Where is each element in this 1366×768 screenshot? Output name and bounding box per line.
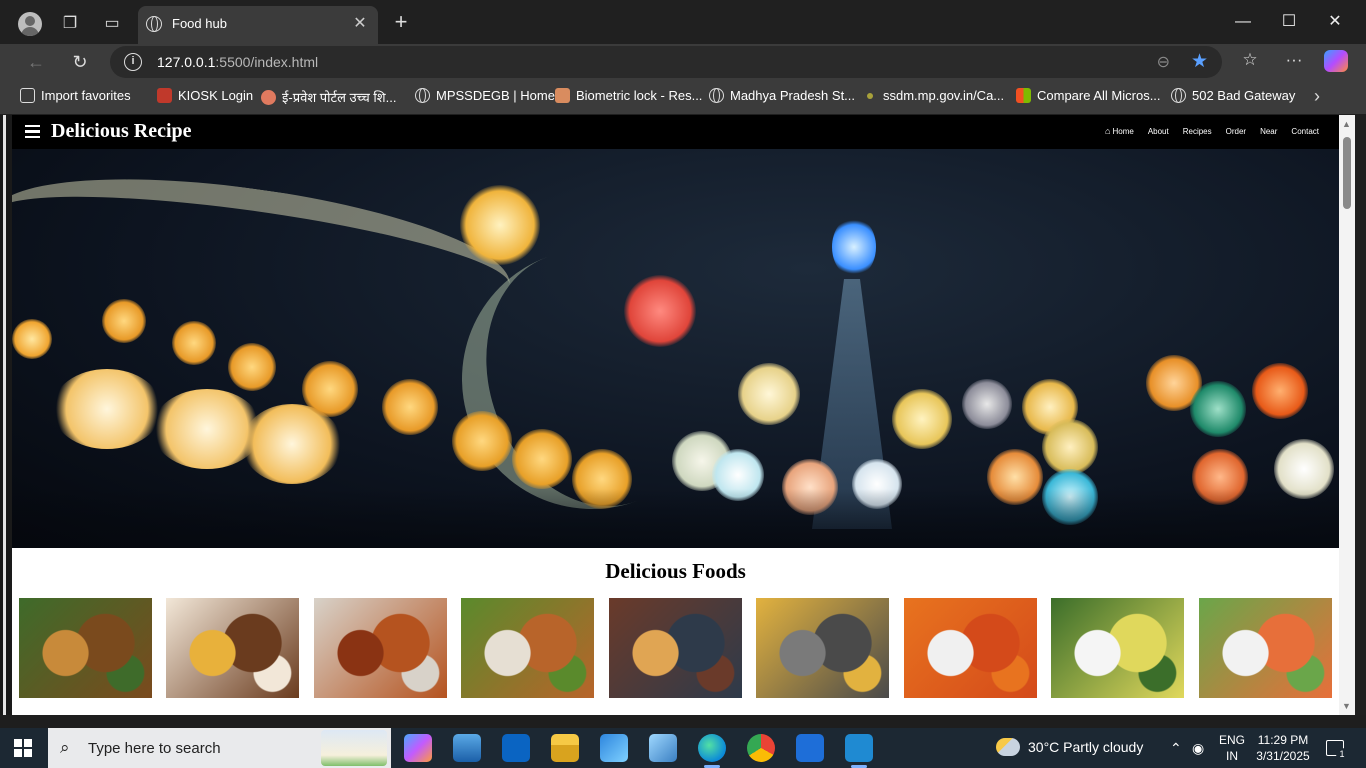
system-clock[interactable]: 11:29 PM 3/31/2025 xyxy=(1254,732,1312,764)
food-image-fries[interactable] xyxy=(756,598,889,698)
section-title: Delicious Foods xyxy=(605,559,746,583)
page-scrollbar[interactable]: ▲ ▼ xyxy=(1339,115,1355,715)
chrome-icon[interactable] xyxy=(747,734,775,762)
vscode-icon[interactable] xyxy=(845,734,873,768)
food-gallery xyxy=(19,598,1339,698)
microsoft-icon xyxy=(1016,88,1031,103)
nav-order[interactable]: Order xyxy=(1226,126,1246,136)
new-tab-icon[interactable]: + xyxy=(390,11,412,33)
kiosk-icon xyxy=(157,88,172,103)
globe-icon xyxy=(415,88,430,103)
import-icon xyxy=(20,88,35,103)
weather-widget[interactable]: 30°C Partly cloudy xyxy=(996,738,1143,756)
browser-tab-bar: ❐ ▭ Food hub ✕ + — ☐ ✕ xyxy=(0,0,1366,44)
close-window-icon[interactable]: ✕ xyxy=(1323,10,1347,34)
nav-contact[interactable]: Contact xyxy=(1291,126,1319,136)
back-arrow-icon[interactable]: ← xyxy=(24,50,48,74)
address-bar[interactable]: i 127.0.0.1:5500/index.html ⊖ ★ xyxy=(110,46,1222,78)
food-image-kebab[interactable] xyxy=(461,598,594,698)
site-nav: ⌂ Home About Recipes Order Near Contact xyxy=(1105,126,1319,136)
notification-count: 1 xyxy=(1336,748,1348,760)
info-icon[interactable]: i xyxy=(124,53,142,71)
reload-icon[interactable]: ↻ xyxy=(68,50,92,74)
scroll-up-arrow-icon[interactable]: ▲ xyxy=(1342,119,1351,129)
windows-taskbar: ⌕ Type here to search 30°C Partly cloudy… xyxy=(0,728,1366,768)
outlook-icon[interactable] xyxy=(502,734,530,762)
chevron-up-icon[interactable]: ⌃ xyxy=(1170,740,1182,757)
workspaces-icon[interactable]: ❐ xyxy=(59,12,81,34)
copilot-app-icon[interactable] xyxy=(404,734,432,762)
scroll-thumb[interactable] xyxy=(1343,137,1351,209)
search-highlight-image xyxy=(321,730,387,766)
copilot-icon[interactable] xyxy=(1324,50,1348,72)
window-edge xyxy=(0,115,12,715)
language-indicator[interactable]: ENG IN xyxy=(1219,732,1245,764)
nav-recipes[interactable]: Recipes xyxy=(1183,126,1212,136)
edge-icon[interactable] xyxy=(698,734,726,768)
emblem-icon xyxy=(261,89,276,105)
close-tab-icon[interactable]: ✕ xyxy=(350,14,370,34)
task-view-app-icon[interactable] xyxy=(453,734,481,762)
background-window-strip xyxy=(0,715,1366,728)
bookmark-compare-microsoft[interactable]: Compare All Micros... xyxy=(1016,88,1161,103)
search-placeholder: Type here to search xyxy=(88,740,221,757)
tab-title: Food hub xyxy=(172,16,227,31)
home-icon: ⌂ xyxy=(1105,126,1111,136)
maximize-icon[interactable]: ☐ xyxy=(1277,10,1301,34)
globe-icon xyxy=(146,16,162,32)
bookmark-ssdm[interactable]: ssdm.mp.gov.in/Ca... xyxy=(863,88,1004,103)
more-menu-icon[interactable]: ··· xyxy=(1282,50,1306,70)
network-icon[interactable]: ◉ xyxy=(1192,740,1204,757)
chevron-right-icon[interactable]: › xyxy=(1314,86,1320,107)
microsoft-store-icon[interactable] xyxy=(600,734,628,762)
profile-avatar-icon[interactable] xyxy=(18,12,42,36)
nav-about[interactable]: About xyxy=(1148,126,1169,136)
globe-icon xyxy=(709,88,724,103)
browser-toolbar: ← ↻ i 127.0.0.1:5500/index.html ⊖ ★ ☆ ··… xyxy=(0,44,1366,80)
food-image-burger-patties[interactable] xyxy=(166,598,299,698)
bookmark-biometric-lock[interactable]: Biometric lock - Res... xyxy=(555,88,702,103)
bookmark-502-bad-gateway[interactable]: 502 Bad Gateway xyxy=(1171,88,1295,103)
windows-start-icon[interactable] xyxy=(14,739,32,757)
partly-cloudy-icon xyxy=(996,738,1020,756)
bookmark-madhya-pradesh[interactable]: Madhya Pradesh St... xyxy=(709,88,855,103)
file-explorer-icon[interactable] xyxy=(551,734,579,762)
hamburger-menu-icon[interactable] xyxy=(25,125,40,138)
taskbar-search[interactable]: ⌕ Type here to search xyxy=(48,728,391,768)
bookmark-kiosk-login[interactable]: KIOSK Login xyxy=(157,88,253,103)
remote-app-icon[interactable] xyxy=(796,734,824,762)
search-icon: ⌕ xyxy=(60,738,70,757)
app-icon[interactable] xyxy=(649,734,677,762)
nav-home[interactable]: ⌂ Home xyxy=(1105,126,1134,136)
site-title: Delicious Recipe xyxy=(51,120,192,142)
bookmark-e-pravesh[interactable]: ई-प्रवेश पोर्टल उच्च शि... xyxy=(261,88,396,106)
site-header: Delicious Recipe ⌂ Home About Recipes Ord… xyxy=(12,115,1339,149)
bookmarks-bar: Import favorites KIOSK Login ई-प्रवेश पो… xyxy=(0,80,1366,114)
food-image-salmon[interactable] xyxy=(1199,598,1332,698)
browser-tab[interactable]: Food hub ✕ xyxy=(138,6,378,44)
zoom-icon[interactable]: ⊖ xyxy=(1157,52,1170,72)
bookmark-import-favorites[interactable]: Import favorites xyxy=(20,88,131,103)
food-image-fried-chicken[interactable] xyxy=(314,598,447,698)
food-image-pasta[interactable] xyxy=(904,598,1037,698)
biometric-icon xyxy=(555,88,570,103)
nav-near[interactable]: Near xyxy=(1260,126,1277,136)
food-image-noodles[interactable] xyxy=(19,598,152,698)
hero-bokeh-image xyxy=(12,149,1339,548)
url-text[interactable]: 127.0.0.1:5500/index.html xyxy=(157,54,318,70)
bookmark-mpssdegb[interactable]: MPSSDEGB | Home xyxy=(415,88,555,103)
favorite-star-icon[interactable]: ★ xyxy=(1191,50,1208,73)
favorites-icon[interactable]: ☆ xyxy=(1238,50,1262,70)
scroll-down-arrow-icon[interactable]: ▼ xyxy=(1342,701,1351,711)
food-image-dhokla[interactable] xyxy=(1051,598,1184,698)
minimize-icon[interactable]: — xyxy=(1231,10,1255,34)
page-viewport: Delicious Recipe ⌂ Home About Recipes Ord… xyxy=(12,115,1339,715)
dot-icon xyxy=(867,92,873,99)
food-image-pancakes[interactable] xyxy=(609,598,742,698)
globe-icon xyxy=(1171,88,1186,103)
tab-actions-icon[interactable]: ▭ xyxy=(101,12,123,34)
